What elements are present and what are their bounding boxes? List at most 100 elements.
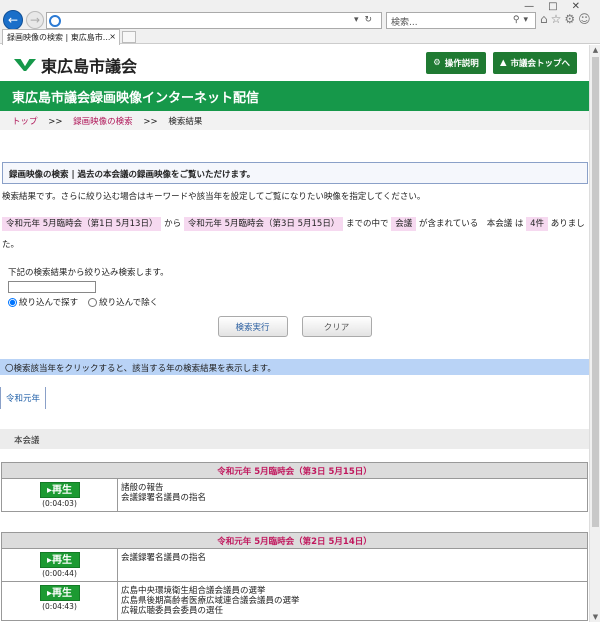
year-tab-reiwa1[interactable]: 令和元年 (0, 387, 47, 409)
play-cell: ▸再生 (0:04:03) (1, 478, 118, 512)
warning-icon: ▲ (499, 58, 507, 68)
refine-keyword-input[interactable] (8, 281, 96, 293)
browser-chrome: ← → ▾↻ 検索... ⚲▾ ⌂☆⚙☺ —□✕ 録画映像の検索 | 東広島市.… (0, 0, 600, 45)
video-duration: (0:04:43) (42, 602, 77, 611)
page-banner: 東広島市議会録画映像インターネット配信 (0, 81, 589, 111)
play-label: 再生 (52, 485, 73, 496)
agenda-items: 広島中央環境衛生組合議会議員の選挙 広島県後期高齢者医療広域連合議会議員の選挙 … (117, 581, 588, 621)
breadcrumb-separator: >> (143, 117, 158, 127)
scrollbar-thumb[interactable] (592, 57, 599, 527)
play-button[interactable]: ▸再生 (39, 482, 80, 498)
forward-icon[interactable]: → (26, 11, 44, 29)
result-count: 4件 (526, 217, 549, 231)
council-top-button[interactable]: ▲ 市議会トップへ (493, 52, 577, 74)
condition-from-sep: から (164, 219, 182, 229)
minimize-icon[interactable]: — (524, 1, 548, 12)
window-controls[interactable]: —□✕ (524, 1, 594, 12)
site-header: 東広島市議会 ⚙ 操作説明 ▲ 市議会トップへ (0, 45, 589, 81)
agenda-items: 諸般の報告 会議録署名議員の指名 (117, 478, 588, 512)
close-icon[interactable]: ✕ (572, 1, 594, 12)
refine-label: 下記の検索結果から絞り込み検索します。 (8, 268, 169, 278)
agenda-item: 広報広聴委員会委員の選任 (121, 606, 224, 616)
star-icon[interactable]: ☆ (551, 12, 565, 26)
page-content: 東広島市議会 ⚙ 操作説明 ▲ 市議会トップへ 東広島市議会録画映像インターネッ… (0, 45, 589, 622)
tab-title: 録画映像の検索 | 東広島市... (7, 33, 111, 42)
condition-keyword-sep: が含まれている 本会議 は (418, 219, 524, 229)
browser-tab[interactable]: 録画映像の検索 | 東広島市... × (2, 29, 120, 45)
search-execute-button[interactable]: 検索実行 (217, 316, 288, 337)
results-lead: 検索結果です。さらに絞り込む場合はキーワードや該当年を設定してご覧になりたい映像… (2, 192, 426, 202)
agenda-item: 会議録署名議員の指名 (121, 493, 207, 503)
radio-exclude-label: 絞り込んで除く (99, 298, 159, 308)
site-logo[interactable]: 東広島市議会 (14, 53, 137, 77)
radio-exclude[interactable]: 絞り込んで除く (88, 296, 158, 308)
condition-to-sep: までの中で (346, 219, 389, 229)
gear-icon: ⚙ (433, 58, 441, 68)
play-label: 再生 (52, 588, 73, 599)
browser-search-input[interactable]: 検索... ⚲▾ (386, 12, 536, 29)
address-controls-icon[interactable]: ▾↻ (354, 15, 378, 25)
gear-icon[interactable]: ⚙ (564, 12, 578, 26)
agenda-items: 会議録署名議員の指名 (117, 548, 588, 582)
breadcrumb-home[interactable]: トップ (12, 117, 38, 127)
help-button-label: 操作説明 (444, 59, 479, 69)
home-icon[interactable]: ⌂ (540, 12, 551, 26)
breadcrumb-search[interactable]: 録画映像の検索 (73, 117, 133, 127)
condition-keyword: 会議 (391, 217, 417, 231)
play-cell: ▸再生 (0:00:44) (1, 548, 118, 582)
play-label: 再生 (52, 555, 73, 566)
refine-buttons: 検索実行 クリア (8, 316, 581, 337)
table-row: ▸再生 (0:00:44) 会議録署名議員の指名 (1, 548, 588, 582)
address-bar[interactable]: ▾↻ (46, 12, 382, 29)
year-tabs: 令和元年 (0, 387, 589, 409)
play-cell: ▸再生 (0:04:43) (1, 581, 118, 621)
radio-narrow-input[interactable] (8, 297, 17, 307)
search-conditions: 令和元年 5月臨時会（第1日 5月13日） から 令和元年 5月臨時会（第3日 … (2, 214, 587, 256)
refine-search-form: 下記の検索結果から絞り込み検索します。 絞り込んで探す 絞り込んで除く 検索実行… (8, 266, 581, 337)
meeting-table: 令和元年 5月臨時会（第2日 5月14日） ▸再生 (0:00:44) 会議録署… (1, 532, 588, 621)
play-button[interactable]: ▸再生 (39, 552, 80, 568)
help-button[interactable]: ⚙ 操作説明 (426, 52, 486, 74)
table-row: ▸再生 (0:04:43) 広島中央環境衛生組合議会議員の選挙 広島県後期高齢者… (1, 581, 588, 621)
year-hint: 〇検索該当年をクリックすると、該当する年の検索結果を表示します。 (0, 359, 589, 375)
scroll-up-icon[interactable]: ▲ (590, 46, 600, 54)
video-duration: (0:04:03) (42, 499, 77, 508)
smiley-icon[interactable]: ☺ (578, 12, 594, 26)
search-icon[interactable]: ⚲▾ (513, 15, 532, 25)
agenda-item: 会議録署名議員の指名 (121, 553, 207, 563)
browser-search-placeholder: 検索... (391, 18, 418, 28)
video-duration: (0:00:44) (42, 569, 77, 578)
play-button[interactable]: ▸再生 (39, 585, 80, 601)
search-notice: 録画映像の検索 | 過去の本会議の録画映像をご覧いただけます。 (2, 162, 588, 184)
breadcrumb-current: 検索結果 (168, 117, 203, 127)
condition-to: 令和元年 5月臨時会（第3日 5月15日） (183, 217, 344, 231)
meeting-title: 令和元年 5月臨時会（第3日 5月15日） (1, 462, 588, 479)
radio-exclude-input[interactable] (88, 297, 98, 307)
scroll-down-icon[interactable]: ▼ (590, 613, 600, 621)
breadcrumb-separator: >> (48, 117, 63, 127)
new-tab-button[interactable] (122, 31, 136, 43)
city-emblem-icon (14, 57, 38, 73)
logo-text: 東広島市議会 (41, 57, 138, 76)
table-row: ▸再生 (0:04:03) 諸般の報告 会議録署名議員の指名 (1, 478, 588, 512)
refine-mode-group: 絞り込んで探す 絞り込んで除く (8, 296, 581, 308)
toolbar-icons[interactable]: ⌂☆⚙☺ (540, 12, 594, 26)
agenda-item: 諸般の報告 (121, 483, 164, 493)
back-icon[interactable]: ← (3, 10, 23, 30)
page-scrollbar[interactable]: ▲ ▼ (589, 45, 600, 622)
tab-close-icon[interactable]: × (109, 32, 116, 41)
agenda-item: 広島中央環境衛生組合議会議員の選挙 (121, 586, 266, 596)
breadcrumb: トップ >> 録画映像の検索 >> 検索結果 (0, 111, 589, 130)
maximize-icon[interactable]: □ (548, 1, 571, 12)
session-type-header: 本会議 (0, 429, 589, 449)
ie-icon (49, 15, 61, 27)
condition-from: 令和元年 5月臨時会（第1日 5月13日） (2, 217, 162, 231)
radio-narrow-label: 絞り込んで探す (19, 298, 79, 308)
meeting-title: 令和元年 5月臨時会（第2日 5月14日） (1, 532, 588, 549)
council-top-label: 市議会トップへ (510, 59, 571, 69)
clear-button[interactable]: クリア (301, 316, 372, 337)
meeting-table: 令和元年 5月臨時会（第3日 5月15日） ▸再生 (0:04:03) 諸般の報… (1, 462, 588, 512)
agenda-item: 広島県後期高齢者医療広域連合議会議員の選挙 (121, 596, 300, 606)
radio-narrow[interactable]: 絞り込んで探す (8, 296, 78, 308)
